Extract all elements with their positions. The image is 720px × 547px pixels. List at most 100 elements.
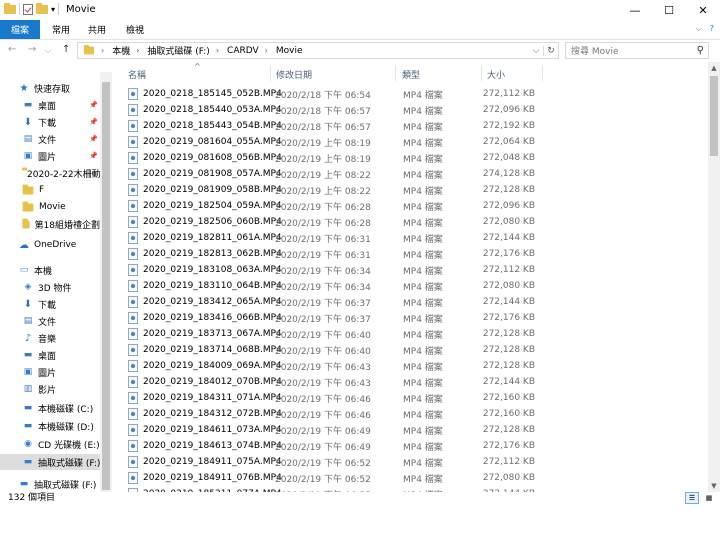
- column-divider[interactable]: [542, 65, 543, 81]
- column-divider[interactable]: [395, 65, 396, 81]
- file-row[interactable]: 2020_0219_184613_074B.MP4 2020/2/19 下午 06…: [126, 438, 574, 454]
- chevron-right-icon[interactable]: ›: [216, 46, 219, 55]
- file-row[interactable]: 2020_0219_184009_069A.MP4 2020/2/19 下午 06…: [126, 358, 574, 374]
- file-date-modified: 2020/2/19 下午 06:49: [275, 442, 371, 453]
- sidebar-item[interactable]: ◉ CD 光碟機 (E:): [0, 436, 100, 452]
- sidebar-item[interactable]: ▬ 本機磁碟 (C:): [0, 400, 100, 416]
- sidebar-item[interactable]: ▤ 文件 📌: [0, 131, 100, 147]
- sidebar-item[interactable]: 2020-2-22木柵動物園: [0, 165, 112, 181]
- sidebar-item[interactable]: ▣ 圖片 📌: [0, 148, 100, 164]
- file-row[interactable]: 2020_0219_182506_060B.MP4 2020/2/19 下午 06…: [126, 214, 574, 230]
- address-bar[interactable]: › 本機 › 抽取式磁碟 (F:) › CARDV › Movie ⌵ ↻: [77, 42, 559, 59]
- minimize-button[interactable]: —: [618, 0, 652, 20]
- file-row[interactable]: 2020_0219_183110_064B.MP4 2020/2/19 下午 06…: [126, 278, 574, 294]
- file-row[interactable]: 2020_0218_185145_052B.MP4 2020/2/18 下午 06…: [126, 86, 574, 102]
- sidebar-item[interactable]: ▬ 桌面 📌: [0, 97, 100, 113]
- file-row[interactable]: 2020_0219_081608_056B.MP4 2020/2/19 上午 08…: [126, 150, 574, 166]
- sidebar-item[interactable]: ♪ 音樂: [0, 330, 100, 346]
- ribbon-expand-icon[interactable]: ⌵: [696, 24, 702, 34]
- file-row[interactable]: 2020_0219_183412_065A.MP4 2020/2/19 下午 06…: [126, 294, 574, 310]
- sidebar-item[interactable]: ⬇ 下載: [0, 296, 100, 312]
- pin-icon[interactable]: 📌: [89, 118, 98, 126]
- search-input[interactable]: 搜尋 Movie ⚲: [565, 42, 709, 59]
- sidebar-item[interactable]: ▬ 抽取式磁碟 (F:): [0, 476, 100, 492]
- breadcrumb-cardv[interactable]: CARDV: [227, 46, 259, 56]
- scroll-up-icon[interactable]: ▲: [708, 62, 720, 74]
- file-row[interactable]: 2020_0218_185440_053A.MP4 2020/2/18 下午 06…: [126, 102, 574, 118]
- column-date-modified[interactable]: 修改日期: [276, 68, 312, 81]
- breadcrumb-this-pc[interactable]: 本機: [112, 44, 130, 57]
- help-icon[interactable]: ?: [710, 24, 714, 34]
- breadcrumb-removable-drive[interactable]: 抽取式磁碟 (F:): [147, 44, 209, 57]
- scrollbar-thumb[interactable]: [102, 82, 110, 490]
- sidebar-item[interactable]: 第18組婚禮企劃: [0, 216, 100, 232]
- back-arrow-icon[interactable]: ←: [8, 44, 16, 55]
- scroll-down-icon[interactable]: ▼: [708, 480, 720, 492]
- close-button[interactable]: ✕: [686, 0, 720, 20]
- file-row[interactable]: 2020_0218_185443_054B.MP4 2020/2/18 下午 06…: [126, 118, 574, 134]
- column-divider[interactable]: [481, 65, 482, 81]
- file-row[interactable]: 2020_0219_184611_073A.MP4 2020/2/19 下午 06…: [126, 422, 574, 438]
- details-view-icon[interactable]: ☰: [685, 492, 699, 504]
- sidebar-item[interactable]: ▣ 圖片: [0, 364, 100, 380]
- file-row[interactable]: 2020_0219_183416_066B.MP4 2020/2/19 下午 06…: [126, 310, 574, 326]
- forward-arrow-icon[interactable]: →: [28, 44, 36, 55]
- chevron-right-icon[interactable]: ›: [136, 46, 139, 55]
- sidebar-item[interactable]: ▥ 影片: [0, 381, 100, 397]
- file-list-scrollbar[interactable]: ▲ ▼: [708, 62, 720, 492]
- properties-icon[interactable]: [23, 3, 33, 15]
- file-row[interactable]: 2020_0219_183714_068B.MP4 2020/2/19 下午 06…: [126, 342, 574, 358]
- sidebar-item[interactable]: ▬ 桌面: [0, 347, 100, 363]
- refresh-icon[interactable]: ↻: [543, 45, 558, 56]
- file-row[interactable]: 2020_0219_183713_067A.MP4 2020/2/19 下午 06…: [126, 326, 574, 342]
- scrollbar-thumb[interactable]: [710, 76, 718, 156]
- customize-toolbar-icon[interactable]: ▾: [51, 5, 55, 14]
- tab-share[interactable]: 共用: [88, 20, 106, 39]
- new-folder-icon[interactable]: [36, 2, 48, 14]
- pin-icon[interactable]: 📌: [89, 101, 98, 109]
- file-row[interactable]: 2020_0219_184911_076B.MP4 2020/2/19 下午 06…: [126, 470, 574, 486]
- chevron-right-icon[interactable]: ›: [101, 46, 104, 55]
- file-row[interactable]: 2020_0219_081604_055A.MP4 2020/2/19 上午 08…: [126, 134, 574, 150]
- tab-home[interactable]: 常用: [52, 20, 70, 39]
- file-row[interactable]: 2020_0219_081908_057A.MP4 2020/2/19 上午 08…: [126, 166, 574, 182]
- pin-icon[interactable]: 📌: [89, 135, 98, 143]
- sidebar-item[interactable]: ▭ 本機: [0, 262, 100, 278]
- sidebar-item[interactable]: ⬇ 下載 📌: [0, 114, 100, 130]
- file-name: 2020_0218_185440_053A.MP4: [143, 105, 282, 115]
- file-row[interactable]: 2020_0219_184311_071A.MP4 2020/2/19 下午 06…: [126, 390, 574, 406]
- file-row[interactable]: 2020_0219_081909_058B.MP4 2020/2/19 上午 08…: [126, 182, 574, 198]
- column-divider[interactable]: [270, 65, 271, 81]
- maximize-button[interactable]: ☐: [652, 0, 686, 20]
- sidebar-item[interactable]: ▬ 抽取式磁碟 (F:): [0, 454, 100, 470]
- pin-icon[interactable]: 📌: [89, 152, 98, 160]
- sidebar-item[interactable]: ◈ 3D 物件: [0, 279, 100, 295]
- column-type[interactable]: 類型: [402, 68, 420, 81]
- sidebar-item[interactable]: ★ 快速存取: [0, 80, 100, 96]
- sidebar-item[interactable]: Movie: [0, 199, 100, 215]
- file-row[interactable]: 2020_0219_184012_070B.MP4 2020/2/19 下午 06…: [126, 374, 574, 390]
- address-dropdown-icon[interactable]: ⌵: [529, 46, 543, 56]
- breadcrumb-movie[interactable]: Movie: [276, 46, 303, 56]
- sidebar-item[interactable]: ☁ OneDrive: [0, 237, 100, 253]
- column-name[interactable]: 名稱: [128, 68, 146, 81]
- file-row[interactable]: 2020_0219_182813_062B.MP4 2020/2/19 下午 06…: [126, 246, 574, 262]
- navigation-pane-scrollbar[interactable]: [100, 72, 112, 492]
- column-size[interactable]: 大小: [487, 68, 505, 81]
- sidebar-item[interactable]: ▬ 本機磁碟 (D:): [0, 418, 100, 434]
- file-date-modified: 2020/2/19 下午 06:52: [275, 474, 371, 485]
- sidebar-item[interactable]: F: [0, 182, 100, 198]
- file-row[interactable]: 2020_0219_184312_072B.MP4 2020/2/19 下午 06…: [126, 406, 574, 422]
- file-row[interactable]: 2020_0219_182504_059A.MP4 2020/2/19 下午 06…: [126, 198, 574, 214]
- recent-locations-icon[interactable]: ⌵: [45, 46, 51, 56]
- tab-view[interactable]: 檢視: [126, 20, 144, 39]
- large-icons-view-icon[interactable]: ▦: [702, 492, 716, 504]
- file-row[interactable]: 2020_0219_182811_061A.MP4 2020/2/19 下午 06…: [126, 230, 574, 246]
- chevron-right-icon[interactable]: ›: [265, 46, 268, 55]
- up-arrow-icon[interactable]: ↑: [62, 44, 70, 55]
- tab-file[interactable]: 檔案: [0, 20, 40, 39]
- file-row[interactable]: 2020_0219_184911_075A.MP4 2020/2/19 下午 06…: [126, 454, 574, 470]
- sidebar-item[interactable]: ▤ 文件: [0, 313, 100, 329]
- file-row[interactable]: 2020_0219_183108_063A.MP4 2020/2/19 下午 06…: [126, 262, 574, 278]
- file-type: MP4 檔案: [403, 170, 443, 181]
